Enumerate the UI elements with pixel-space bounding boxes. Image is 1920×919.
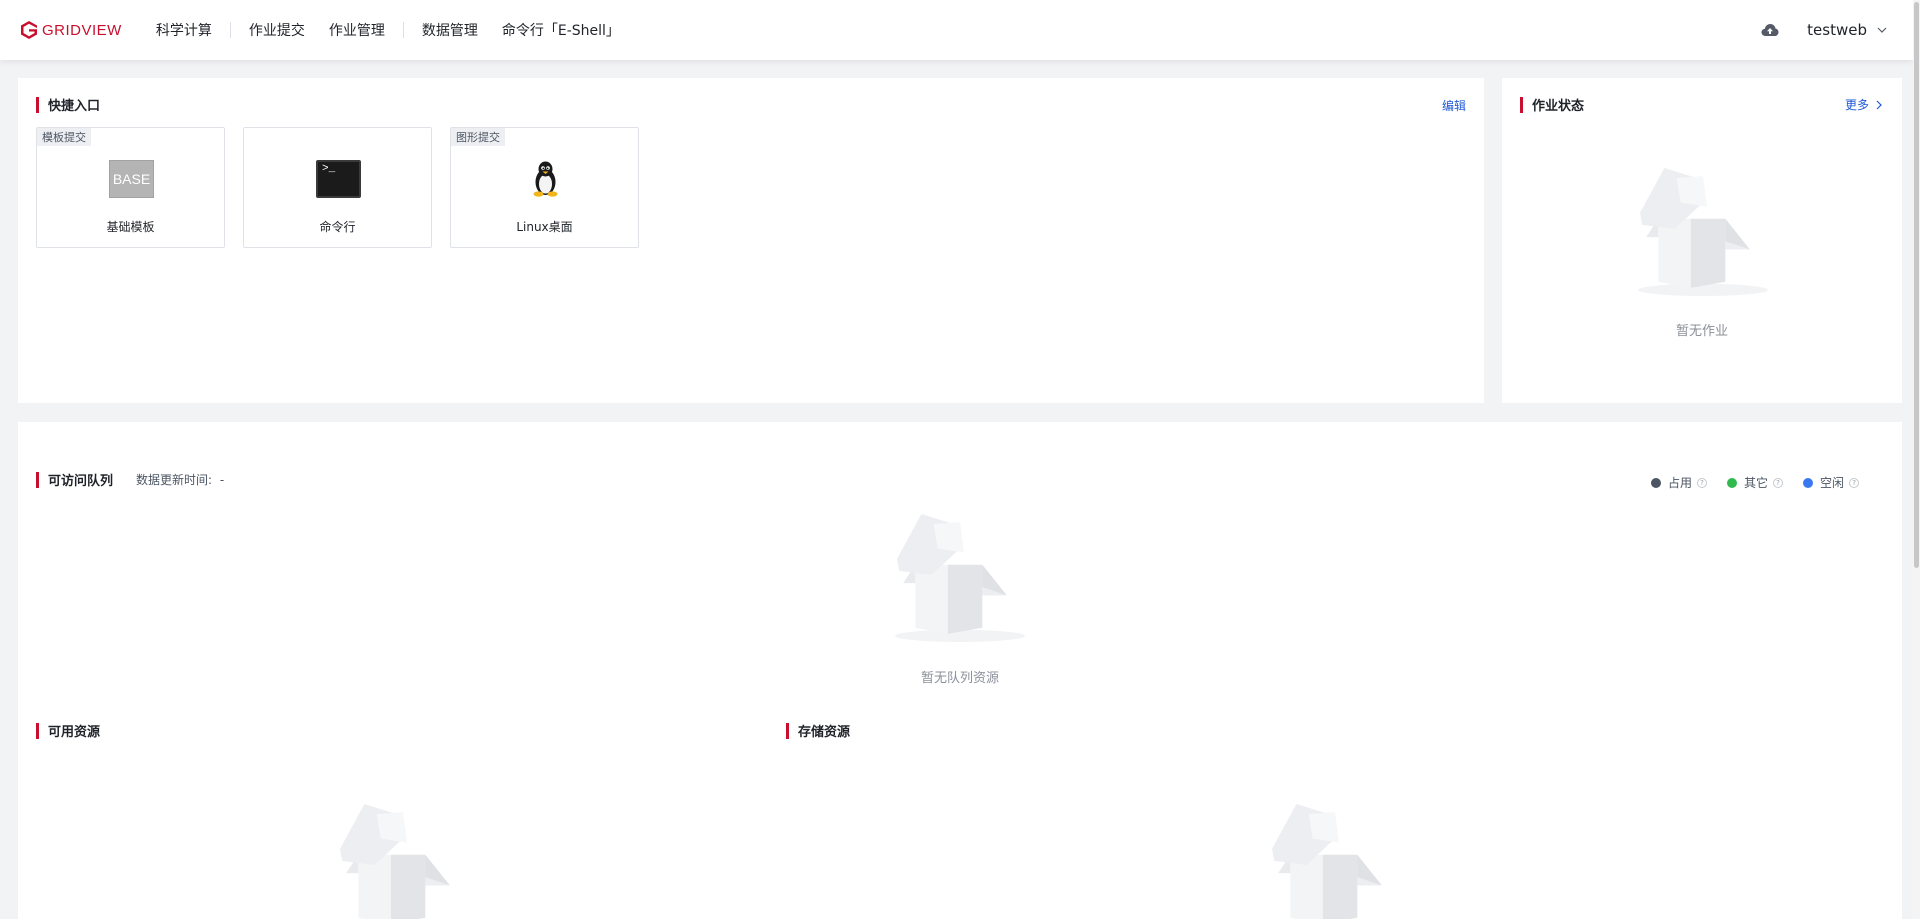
tile-linux-desktop[interactable]: 图形提交 Linux桌面 <box>450 127 639 248</box>
tile-tag: 模板提交 <box>37 128 91 146</box>
cloud-upload-icon[interactable] <box>1761 23 1779 37</box>
legend-dot-idle <box>1803 477 1814 488</box>
data-update-time: 数据更新时间: - <box>136 471 224 488</box>
title-accent-bar <box>1520 96 1523 113</box>
tile-command-line[interactable]: >_ 命令行 <box>243 127 432 248</box>
nav-item-scientific-computing[interactable]: 科学计算 <box>144 20 224 40</box>
tile-basic-template[interactable]: 模板提交 BASE 基础模板 <box>36 127 225 248</box>
chevron-right-icon <box>1876 100 1882 109</box>
main-nav: 科学计算 作业提交 作业管理 数据管理 命令行「E-Shell」 <box>144 20 632 40</box>
legend-label-occupied: 占用 <box>1668 476 1693 490</box>
empty-box-illustration <box>1272 804 1382 919</box>
empty-box-illustration <box>340 804 450 919</box>
scrollbar-thumb[interactable] <box>1914 2 1919 568</box>
legend-dot-other <box>1727 477 1738 488</box>
legend-label-idle: 空闲 <box>1820 476 1845 490</box>
title-accent-bar <box>36 471 39 488</box>
update-label: 数据更新时间: <box>136 473 213 487</box>
queue-legend: 占用 ? 其它 ? 空闲 ? <box>1651 474 1879 491</box>
help-icon[interactable]: ? <box>1697 477 1708 488</box>
edit-link[interactable]: 编辑 <box>1442 97 1466 114</box>
job-status-title-text: 作业状态 <box>1532 99 1585 114</box>
gridview-logo-icon <box>21 21 37 39</box>
base-template-icon: BASE <box>109 160 154 198</box>
gridview-logo[interactable]: GRIDVIEW <box>19 0 122 60</box>
available-resources-title-text: 可用资源 <box>48 725 101 740</box>
queue-title: 可访问队列 <box>36 470 113 489</box>
tile-label: 基础模板 <box>106 220 155 234</box>
tile-label: 命令行 <box>319 220 356 234</box>
title-accent-bar <box>36 722 39 739</box>
title-accent-bar <box>36 96 39 113</box>
storage-resources-title: 存储资源 <box>786 721 850 740</box>
nav-item-job-submit[interactable]: 作业提交 <box>237 20 317 40</box>
more-link-text: 更多 <box>1845 98 1870 112</box>
linux-penguin-icon <box>533 161 558 197</box>
more-link[interactable]: 更多 <box>1845 96 1883 113</box>
tile-label: Linux桌面 <box>516 220 573 234</box>
logo-text: GRIDVIEW <box>42 21 122 39</box>
nav-divider <box>402 22 404 38</box>
queue-empty-text: 暂无队列资源 <box>920 671 999 686</box>
available-resources-title: 可用资源 <box>36 721 100 740</box>
user-menu[interactable]: testweb <box>1807 21 1887 39</box>
nav-item-data-management[interactable]: 数据管理 <box>410 20 490 40</box>
quick-entry-card <box>18 78 1484 403</box>
title-accent-bar <box>786 722 789 739</box>
top-navigation-bar: GRIDVIEW 科学计算 作业提交 作业管理 数据管理 命令行「E-Shell… <box>0 0 1913 60</box>
terminal-prompt-text: >_ <box>322 163 336 175</box>
empty-box-illustration <box>1638 168 1768 296</box>
help-icon[interactable]: ? <box>1773 477 1784 488</box>
queue-title-text: 可访问队列 <box>48 474 114 489</box>
job-status-title: 作业状态 <box>1520 95 1584 114</box>
legend-label-other: 其它 <box>1744 476 1769 490</box>
base-icon-text: BASE <box>112 171 151 187</box>
storage-resources-title-text: 存储资源 <box>798 725 851 740</box>
page-scrollbar[interactable] <box>1913 0 1920 919</box>
legend-dot-occupied <box>1651 477 1661 488</box>
update-value: - <box>219 473 225 487</box>
empty-box-illustration <box>895 514 1025 642</box>
tile-tag: 图形提交 <box>451 128 505 146</box>
nav-item-job-management[interactable]: 作业管理 <box>317 20 397 40</box>
nav-divider <box>229 22 231 38</box>
quick-entry-title-text: 快捷入口 <box>48 99 101 114</box>
quick-entry-title: 快捷入口 <box>36 95 100 114</box>
job-empty-text: 暂无作业 <box>1675 324 1728 339</box>
username: testweb <box>1807 21 1867 39</box>
top-right-area: testweb <box>1761 0 1887 60</box>
help-icon[interactable]: ? <box>1849 477 1860 488</box>
chevron-down-icon <box>1877 27 1887 33</box>
terminal-icon: >_ <box>316 160 361 198</box>
nav-item-eshell[interactable]: 命令行「E-Shell」 <box>490 20 632 40</box>
